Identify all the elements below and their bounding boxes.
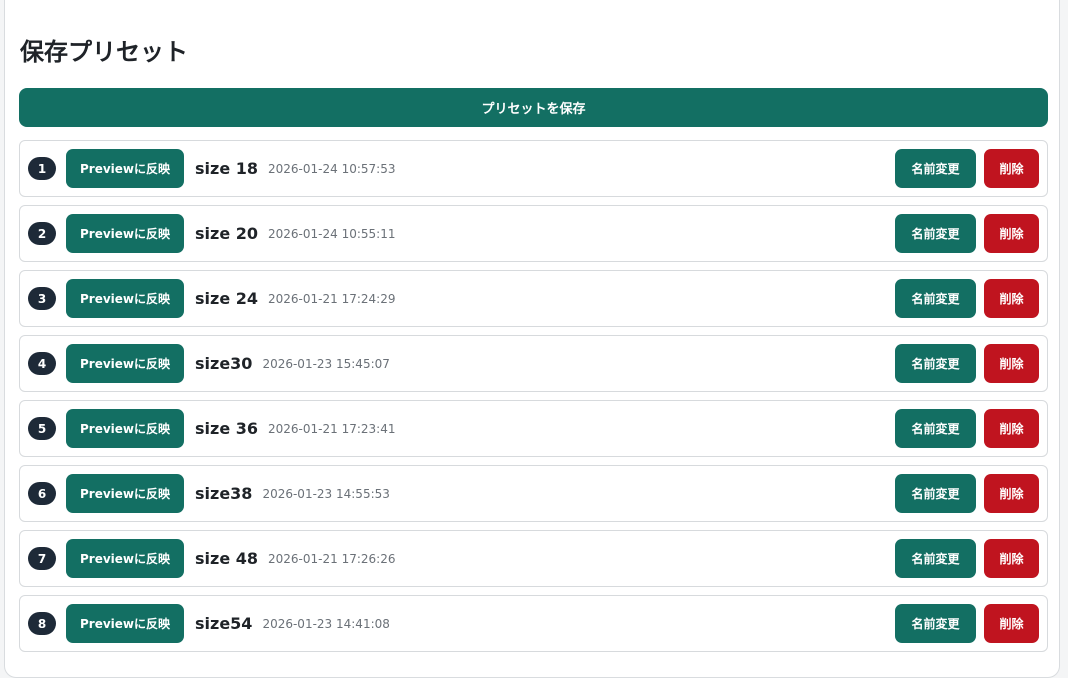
- preset-name: size 48: [195, 549, 259, 568]
- preset-number-badge: 6: [28, 482, 56, 505]
- preset-name: size 18: [195, 159, 259, 178]
- rename-button[interactable]: 名前変更: [895, 214, 976, 253]
- page-title: 保存プリセット: [20, 38, 188, 66]
- rename-button[interactable]: 名前変更: [895, 474, 976, 513]
- preset-list: 1 Previewに反映 size 18 2026-01-24 10:57:53…: [19, 140, 1048, 660]
- preset-name: size 20: [195, 224, 259, 243]
- preset-name: size38: [195, 484, 253, 503]
- rename-button[interactable]: 名前変更: [895, 344, 976, 383]
- delete-button[interactable]: 削除: [984, 539, 1039, 578]
- preset-timestamp: 2026-01-24 10:57:53: [268, 161, 396, 176]
- delete-button[interactable]: 削除: [984, 409, 1039, 448]
- apply-to-preview-button[interactable]: Previewに反映: [66, 539, 184, 578]
- rename-button[interactable]: 名前変更: [895, 604, 976, 643]
- apply-to-preview-button[interactable]: Previewに反映: [66, 604, 184, 643]
- preset-timestamp: 2026-01-23 14:55:53: [262, 486, 390, 501]
- preset-number-badge: 7: [28, 547, 56, 570]
- saved-presets-panel: 保存プリセット プリセットを保存 1 Previewに反映 size 18 20…: [4, 0, 1060, 678]
- preset-name: size 36: [195, 419, 259, 438]
- preset-timestamp: 2026-01-21 17:26:26: [268, 551, 396, 566]
- preset-row: 5 Previewに反映 size 36 2026-01-21 17:23:41…: [19, 400, 1048, 457]
- preset-row: 2 Previewに反映 size 20 2026-01-24 10:55:11…: [19, 205, 1048, 262]
- preset-name: size54: [195, 614, 253, 633]
- preset-row: 4 Previewに反映 size30 2026-01-23 15:45:07 …: [19, 335, 1048, 392]
- preset-timestamp: 2026-01-21 17:23:41: [268, 421, 396, 436]
- apply-to-preview-button[interactable]: Previewに反映: [66, 279, 184, 318]
- delete-button[interactable]: 削除: [984, 279, 1039, 318]
- apply-to-preview-button[interactable]: Previewに反映: [66, 474, 184, 513]
- preset-row: 6 Previewに反映 size38 2026-01-23 14:55:53 …: [19, 465, 1048, 522]
- apply-to-preview-button[interactable]: Previewに反映: [66, 149, 184, 188]
- preset-row: 7 Previewに反映 size 48 2026-01-21 17:26:26…: [19, 530, 1048, 587]
- preset-row: 3 Previewに反映 size 24 2026-01-21 17:24:29…: [19, 270, 1048, 327]
- delete-button[interactable]: 削除: [984, 474, 1039, 513]
- rename-button[interactable]: 名前変更: [895, 149, 976, 188]
- save-preset-button[interactable]: プリセットを保存: [19, 88, 1048, 127]
- preset-timestamp: 2026-01-21 17:24:29: [268, 291, 396, 306]
- delete-button[interactable]: 削除: [984, 344, 1039, 383]
- preset-timestamp: 2026-01-23 15:45:07: [262, 356, 390, 371]
- preset-name: size 24: [195, 289, 259, 308]
- preset-timestamp: 2026-01-23 14:41:08: [262, 616, 390, 631]
- preset-number-badge: 4: [28, 352, 56, 375]
- preset-number-badge: 3: [28, 287, 56, 310]
- preset-number-badge: 5: [28, 417, 56, 440]
- apply-to-preview-button[interactable]: Previewに反映: [66, 409, 184, 448]
- preset-number-badge: 2: [28, 222, 56, 245]
- preset-number-badge: 8: [28, 612, 56, 635]
- preset-timestamp: 2026-01-24 10:55:11: [268, 226, 396, 241]
- preset-row: 1 Previewに反映 size 18 2026-01-24 10:57:53…: [19, 140, 1048, 197]
- preset-row: 8 Previewに反映 size54 2026-01-23 14:41:08 …: [19, 595, 1048, 652]
- delete-button[interactable]: 削除: [984, 149, 1039, 188]
- apply-to-preview-button[interactable]: Previewに反映: [66, 214, 184, 253]
- preset-number-badge: 1: [28, 157, 56, 180]
- rename-button[interactable]: 名前変更: [895, 409, 976, 448]
- rename-button[interactable]: 名前変更: [895, 539, 976, 578]
- apply-to-preview-button[interactable]: Previewに反映: [66, 344, 184, 383]
- delete-button[interactable]: 削除: [984, 214, 1039, 253]
- rename-button[interactable]: 名前変更: [895, 279, 976, 318]
- delete-button[interactable]: 削除: [984, 604, 1039, 643]
- preset-name: size30: [195, 354, 253, 373]
